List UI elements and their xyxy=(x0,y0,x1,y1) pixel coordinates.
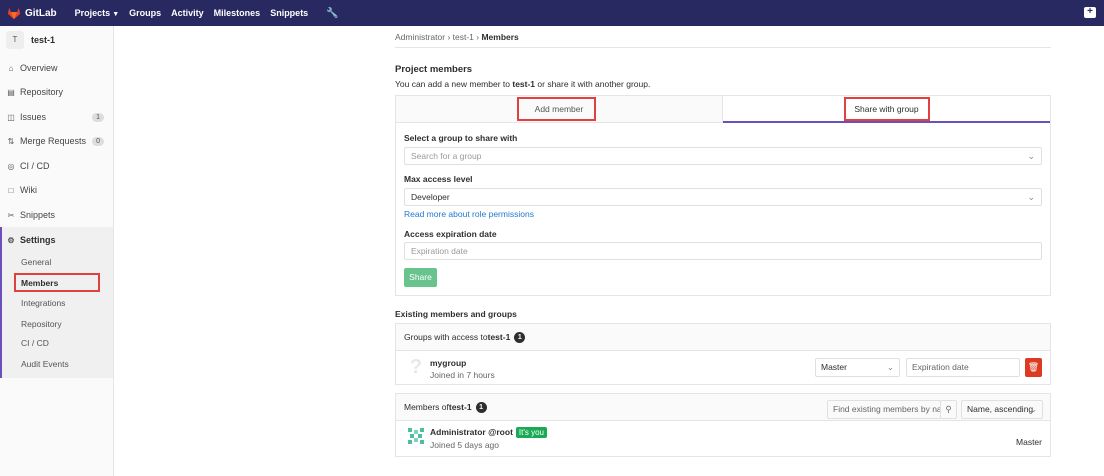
merge-requests-count: 0 xyxy=(92,136,104,146)
issues-icon: ◫ xyxy=(7,112,15,122)
gitlab-logo[interactable]: GitLab xyxy=(7,6,57,20)
gitlab-fox-icon xyxy=(7,7,21,20)
groups-header: Groups with access to test-1 1 xyxy=(396,324,1050,351)
expiration-label: Access expiration date xyxy=(404,229,497,239)
new-dropdown-icon[interactable]: + xyxy=(1084,7,1096,18)
trash-icon[interactable]: 🗑 xyxy=(1025,358,1042,377)
groups-box: Groups with access to test-1 1 ? mygroup … xyxy=(395,323,1051,385)
chevron-down-icon: ⌄ xyxy=(886,362,894,372)
breadcrumb: Administrator › test-1 › Members xyxy=(395,32,519,42)
settings-ci-cd[interactable]: CI / CD xyxy=(21,338,49,348)
issues-count: 1 xyxy=(92,112,104,122)
nav-snippets[interactable]: Snippets xyxy=(270,8,308,18)
settings-section: ⚙ Settings General Members Integrations R… xyxy=(0,227,113,378)
merge-request-icon: ⇅ xyxy=(7,136,15,146)
group-avatar-placeholder-icon: ? xyxy=(409,356,423,378)
tab-bar: Add member Share with group xyxy=(396,96,1050,123)
sidebar: T test-1 ⌂ Overview ▤ Repository ◫ Issues 1 … xyxy=(0,26,114,476)
wiki-icon: □ xyxy=(8,185,14,195)
group-select-label: Select a group to share with xyxy=(404,133,518,143)
admin-wrench-icon[interactable]: 🔧 xyxy=(326,8,338,19)
home-icon: ⌂ xyxy=(8,63,14,73)
role-permissions-text: Read more about role permissions xyxy=(404,209,534,219)
search-icon[interactable]: ⚲ xyxy=(940,400,957,419)
nav-groups[interactable]: Groups xyxy=(129,8,161,18)
sort-select[interactable]: Name, ascending ⌄ xyxy=(961,400,1043,419)
member-name[interactable]: Administrator @root It's you xyxy=(430,427,547,438)
members-count-badge: 1 xyxy=(475,401,487,413)
share-with-group-highlight xyxy=(844,97,930,121)
group-name[interactable]: mygroup xyxy=(430,358,466,368)
sidebar-item-settings[interactable]: ⚙ Settings xyxy=(0,230,113,250)
sidebar-item-wiki[interactable]: □ Wiki xyxy=(0,180,113,200)
book-icon: ▤ xyxy=(7,87,15,97)
settings-integrations[interactable]: Integrations xyxy=(21,298,65,308)
chevron-down-icon: ▼ xyxy=(112,11,120,18)
breadcrumb-project[interactable]: test-1 xyxy=(453,32,474,42)
its-you-badge: It's you xyxy=(515,427,547,438)
access-level-label: Max access level xyxy=(404,174,473,184)
member-search-input[interactable]: Find existing members by name xyxy=(827,400,941,419)
brand-name: GitLab xyxy=(25,7,57,19)
breadcrumb-administrator[interactable]: Administrator xyxy=(395,32,445,42)
page-title: Project members xyxy=(395,64,473,75)
project-avatar: T xyxy=(6,31,24,49)
top-navbar: GitLab Projects ▼ Groups Activity Milesto… xyxy=(0,0,1104,26)
settings-repository[interactable]: Repository xyxy=(21,319,62,329)
table-row: Administrator @root It's you Joined 5 day… xyxy=(396,421,1050,454)
members-highlight xyxy=(14,273,100,292)
settings-audit-events[interactable]: Audit Events xyxy=(21,359,69,369)
rocket-icon: ◎ xyxy=(7,161,15,171)
expiration-date-input[interactable]: Expiration date xyxy=(404,242,1042,260)
group-search-select[interactable]: Search for a group ⌄ xyxy=(404,147,1042,165)
chevron-down-icon: ⌄ xyxy=(1027,192,1035,202)
nav-projects[interactable]: Projects ▼ xyxy=(75,8,119,18)
read-more-link[interactable]: Read more xyxy=(404,209,446,219)
sidebar-item-snippets[interactable]: ✂ Snippets xyxy=(0,205,113,225)
table-row: ? mygroup Joined in 7 hours Master ⌄ Expi… xyxy=(396,351,1050,384)
access-level-select[interactable]: Developer ⌄ xyxy=(404,188,1042,206)
project-name: test-1 xyxy=(31,35,56,45)
members-form-panel: Add member Share with group Select a gro… xyxy=(395,95,1051,296)
identicon-avatar xyxy=(408,428,424,444)
group-joined: Joined in 7 hours xyxy=(430,370,495,380)
sidebar-item-merge-requests[interactable]: ⇅ Merge Requests 0 xyxy=(0,131,113,151)
group-role-select[interactable]: Master ⌄ xyxy=(815,358,900,377)
page-description: You can add a new member to test-1 or sh… xyxy=(395,79,651,89)
sidebar-item-ci-cd[interactable]: ◎ CI / CD xyxy=(0,156,113,176)
existing-members-title: Existing members and groups xyxy=(395,309,517,319)
sidebar-item-overview[interactable]: ⌂ Overview xyxy=(0,58,113,78)
member-joined: Joined 5 days ago xyxy=(430,440,499,450)
groups-count-badge: 1 xyxy=(514,331,526,343)
group-expiration-input[interactable]: Expiration date xyxy=(906,358,1020,377)
sidebar-item-issues[interactable]: ◫ Issues 1 xyxy=(0,107,113,127)
chevron-down-icon: ⌄ xyxy=(1029,404,1037,414)
nav-activity[interactable]: Activity xyxy=(171,8,204,18)
member-role: Master xyxy=(1016,437,1042,447)
gear-icon: ⚙ xyxy=(7,235,15,245)
chevron-down-icon: ⌄ xyxy=(1027,151,1035,161)
breadcrumb-current: Members xyxy=(481,32,519,42)
divider xyxy=(395,47,1051,48)
share-button[interactable]: Share xyxy=(404,268,437,287)
members-box: Members of test-1 1 Find existing members… xyxy=(395,393,1051,457)
nav-milestones[interactable]: Milestones xyxy=(214,8,261,18)
add-member-highlight xyxy=(517,97,596,121)
sidebar-item-repository[interactable]: ▤ Repository xyxy=(0,82,113,102)
settings-general[interactable]: General xyxy=(21,257,51,267)
scissors-icon: ✂ xyxy=(7,210,15,220)
sidebar-project[interactable]: T test-1 xyxy=(0,26,113,54)
